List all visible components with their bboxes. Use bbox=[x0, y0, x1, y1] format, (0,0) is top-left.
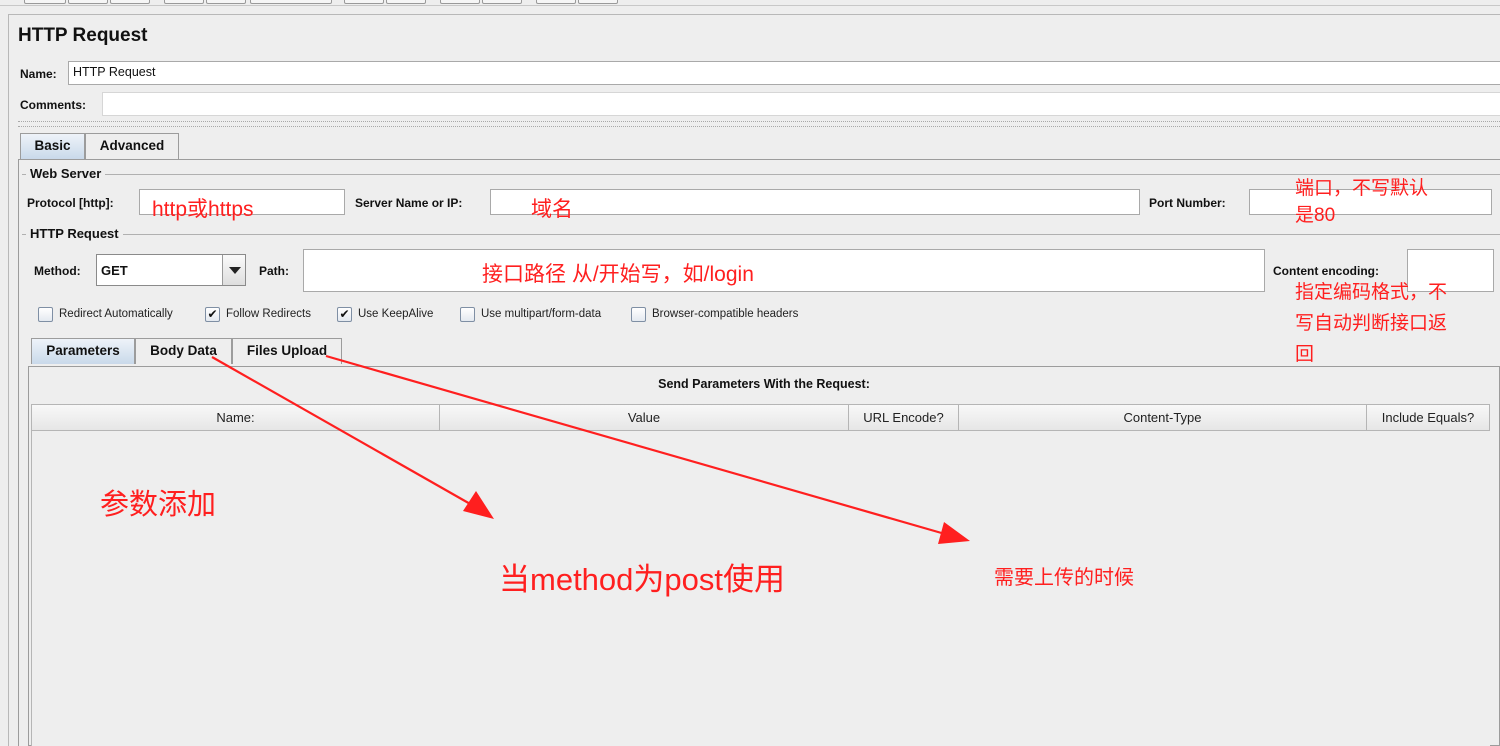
arrow-line-body-data bbox=[211, 356, 473, 506]
arrow-line-files-upload bbox=[325, 354, 946, 536]
arrow-head-icon bbox=[463, 491, 494, 519]
annotation-arrows bbox=[211, 354, 970, 544]
arrow-head-icon bbox=[938, 522, 970, 544]
